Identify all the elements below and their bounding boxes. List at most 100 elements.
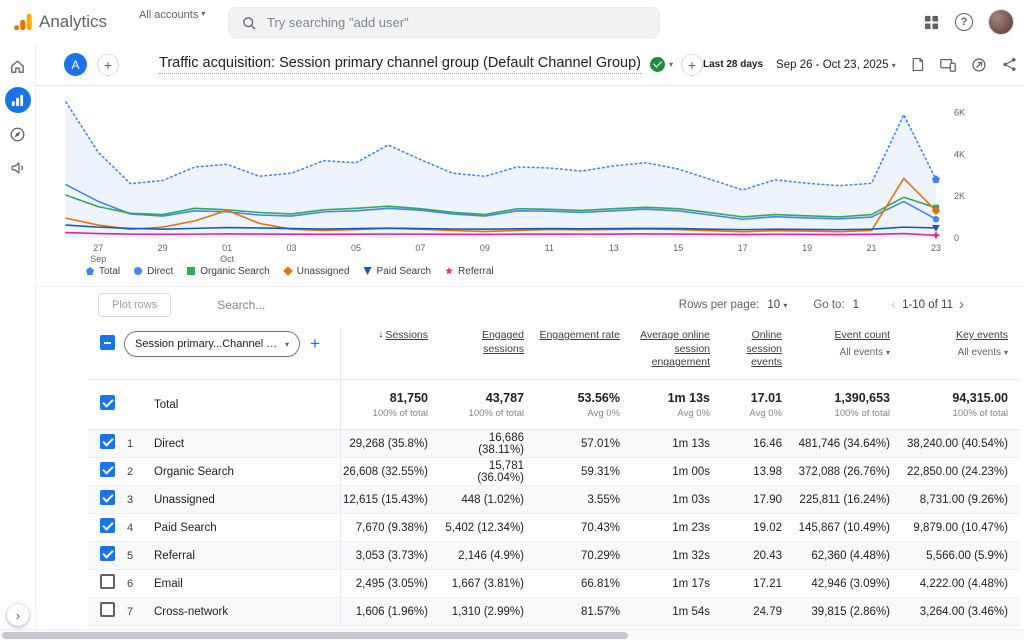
go-to-page-input[interactable]: 1 [853,299,859,311]
dimension-selector[interactable]: Session primary...Channel Group) ▾ [124,331,300,357]
plot-rows-button[interactable]: Plot rows [98,293,171,317]
rows-per-page-select[interactable]: 10 ▾ [767,299,787,311]
notes-icon[interactable] [909,56,926,73]
nav-home[interactable] [5,53,31,79]
event-count-filter[interactable]: All events▾ [840,347,890,358]
insights-icon[interactable] [970,56,988,74]
table-row[interactable]: 7 Cross-network 1,606 (1.96%) 1,310 (2.9… [88,598,1020,626]
row-checkbox[interactable] [100,490,115,505]
table-controls: Plot rows Rows per page: 10 ▾ Go to: 1 ‹… [36,286,1024,322]
event-count-value: 372,088 (26.76%) [794,466,902,478]
channel-name: Referral [154,550,340,562]
select-all-checkbox[interactable] [100,335,115,350]
column-header-key-events[interactable]: Key events All events▾ [902,329,1020,358]
column-header-engaged-sessions[interactable]: Engaged sessions [440,329,536,356]
add-dimension-button[interactable]: + [310,334,320,354]
add-comparison-button[interactable]: + [97,54,119,76]
column-header-average-engagement[interactable]: Average online session engagement [632,329,722,370]
global-search[interactable] [228,7,660,38]
account-switcher[interactable]: All accounts ▾ [139,0,205,21]
total-row-checkbox[interactable] [100,395,115,410]
row-checkbox[interactable] [100,602,115,617]
key-events-filter[interactable]: All events▾ [958,347,1008,358]
row-index: 2 [124,466,154,478]
table-search-input[interactable] [217,298,377,312]
row-checkbox[interactable] [100,546,115,561]
column-header-event-count[interactable]: Event count All events▾ [794,329,902,358]
horizontal-scrollbar-thumb[interactable] [2,632,628,639]
horizontal-scrollbar[interactable] [0,629,1024,640]
legend-item-organic-search[interactable]: Organic Search [187,266,269,277]
svg-text:07: 07 [415,243,425,253]
table-row[interactable]: 3 Unassigned 12,615 (15.43%) 448 (1.02%)… [88,486,1020,514]
chart-legend: Total Direct Organic Search Unassigned Paid … [86,264,494,278]
share-icon[interactable] [1001,56,1018,73]
key-events-value: 38,240.00 (40.54%) [902,438,1020,450]
row-checkbox[interactable] [100,574,115,589]
row-index: 4 [124,522,154,534]
row-checkbox[interactable] [100,518,115,533]
engagement-rate-value: 59.31% [536,466,632,478]
table-row[interactable]: 6 Email 2,495 (3.05%) 1,667 (3.81%) 66.8… [88,570,1020,598]
sessions-over-time-chart[interactable]: 02K4K6K27Sep2901Oct030507091113151719212… [36,88,1000,266]
event-count-value: 39,815 (2.86%) [794,606,902,618]
legend-item-direct[interactable]: Direct [134,266,173,277]
add-report-button[interactable]: + [681,54,703,76]
channel-name: Direct [154,438,340,450]
svg-text:19: 19 [802,243,812,253]
global-search-input[interactable] [267,15,647,30]
help-icon[interactable]: ? [955,13,973,31]
chevron-down-icon: ▾ [1004,348,1008,357]
expand-nav-button[interactable]: › [7,604,29,626]
column-header-engagement-rate[interactable]: Engagement rate [536,329,632,343]
key-events-value: 3,264.00 (3.46%) [902,606,1020,618]
column-header-sessions[interactable]: ↓Sessions [340,329,440,379]
table-row[interactable]: 5 Referral 3,053 (3.73%) 2,146 (4.9%) 70… [88,542,1020,570]
row-checkbox[interactable] [100,462,115,477]
session-events-value: 17.21 [722,578,794,590]
session-events-value: 13.98 [722,466,794,478]
pentagon-marker-icon [86,267,94,275]
legend-item-total[interactable]: Total [86,266,120,277]
column-header-session-events[interactable]: Online session events [722,329,794,370]
table-body: 1 Direct 29,268 (35.8%) 16,686 (38.11%) … [88,430,1020,626]
analytics-logo[interactable]: Analytics [0,11,107,33]
chevron-down-icon[interactable]: ▾ [669,60,673,69]
legend-item-referral[interactable]: Referral [445,266,494,277]
next-page-icon[interactable]: › [953,296,970,313]
channels-table: Session primary...Channel Group) ▾ + ↓Se… [88,322,1020,626]
table-row[interactable]: 1 Direct 29,268 (35.8%) 16,686 (38.11%) … [88,430,1020,458]
total-label: Total [154,399,340,411]
key-events-value: 5,566.00 (5.9%) [902,550,1020,562]
table-row[interactable]: 2 Organic Search 26,608 (32.55%) 15,781 … [88,458,1020,486]
engagement-rate-value: 66.81% [536,578,632,590]
chevron-down-icon: ▾ [892,61,896,70]
go-to-label: Go to: [813,299,844,311]
previous-page-icon[interactable]: ‹ [885,296,902,313]
sessions-value: 3,053 (3.73%) [340,542,440,569]
date-range-picker[interactable]: Sep 26 - Oct 23, 2025 ▾ [776,59,896,71]
report-title[interactable]: Traffic acquisition: Session primary cha… [159,55,641,74]
square-marker-icon [187,267,195,275]
report-owner-badge[interactable]: A [64,53,87,76]
row-index: 6 [124,578,154,590]
legend-item-paid-search[interactable]: Paid Search [364,266,431,277]
engaged-sessions-value: 448 (1.02%) [440,494,536,506]
user-avatar[interactable] [988,9,1014,35]
apps-grid-icon[interactable] [923,14,940,31]
nav-advertising[interactable] [5,155,31,181]
row-checkbox[interactable] [100,434,115,449]
session-events-value: 16.46 [722,438,794,450]
triangle-down-marker-icon [364,267,372,275]
legend-item-unassigned[interactable]: Unassigned [284,266,350,277]
key-events-value: 4,222.00 (4.48%) [902,578,1020,590]
device-comparison-icon[interactable] [939,56,957,74]
table-row[interactable]: 4 Paid Search 7,670 (9.38%) 5,402 (12.34… [88,514,1020,542]
nav-reports[interactable] [5,87,31,113]
saved-check-icon[interactable] [650,57,665,72]
top-app-bar: Analytics All accounts ▾ ? [0,0,1024,44]
engaged-sessions-value: 5,402 (12.34%) [440,522,536,534]
sessions-value: 1,606 (1.96%) [340,598,440,625]
search-icon [241,15,257,31]
nav-explore[interactable] [5,121,31,147]
